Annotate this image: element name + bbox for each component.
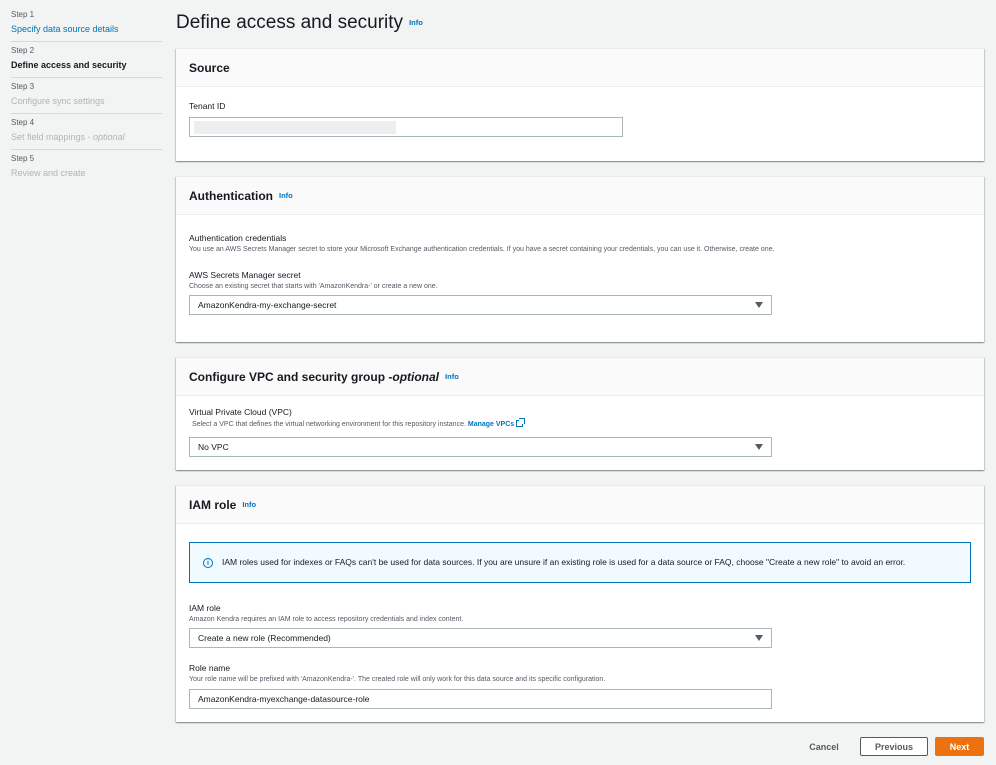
secret-description: Choose an existing secret that starts wi… bbox=[189, 283, 438, 290]
authentication-panel-title: Authentication bbox=[189, 188, 273, 203]
iam-role-selected-value: Create a new role (Recommended) bbox=[198, 633, 331, 643]
iam-role-description: Amazon Kendra requires an IAM role to ac… bbox=[189, 616, 464, 623]
source-panel: Source Tenant ID bbox=[176, 48, 984, 161]
role-name-value: AmazonKendra-myexchange-datasource-role bbox=[198, 694, 370, 704]
role-name-input[interactable]: AmazonKendra-myexchange-datasource-role bbox=[189, 689, 772, 709]
page-title: Define access and security Info bbox=[176, 12, 423, 34]
auth-credentials-label: Authentication credentials bbox=[189, 233, 287, 243]
authentication-panel: Authentication Info Authentication creden… bbox=[176, 176, 984, 342]
step-3-label: Configure sync settings bbox=[11, 96, 105, 106]
vpc-panel-title: Configure VPC and security group - bbox=[189, 369, 393, 384]
step-2-number: Step 2 bbox=[11, 46, 35, 55]
step-4-label: Set field mappings - optional bbox=[11, 131, 162, 143]
previous-button[interactable]: Previous bbox=[860, 737, 928, 756]
iam-role-alert-text: IAM roles used for indexes or FAQs can't… bbox=[222, 557, 906, 567]
step-1-link[interactable]: Specify data source details bbox=[11, 23, 162, 35]
vpc-panel-header: Configure VPC and security group - optio… bbox=[176, 358, 984, 396]
step-4-number: Step 4 bbox=[11, 118, 35, 127]
step-4-optional-tag: optional bbox=[93, 132, 125, 142]
step-3: Step 3 Configure sync settings bbox=[11, 78, 162, 114]
iam-role-panel-title: IAM role bbox=[189, 497, 237, 512]
step-2-label-current: Define access and security bbox=[11, 60, 127, 70]
wizard-steps-nav: Step 1 Specify data source details Step … bbox=[11, 6, 162, 185]
step-3-number: Step 3 bbox=[11, 82, 35, 91]
page-info-link[interactable]: Info bbox=[409, 18, 423, 27]
step-5-label: Review and create bbox=[11, 168, 86, 178]
step-1[interactable]: Step 1 Specify data source details bbox=[11, 6, 162, 42]
role-name-description: Your role name will be prefixed with 'Am… bbox=[189, 676, 606, 683]
vpc-panel: Configure VPC and security group - optio… bbox=[176, 357, 984, 470]
vpc-label: Virtual Private Cloud (VPC) bbox=[189, 407, 292, 417]
tenant-id-label: Tenant ID bbox=[189, 101, 226, 111]
iam-role-select[interactable]: Create a new role (Recommended) bbox=[189, 628, 772, 648]
source-panel-header: Source bbox=[176, 49, 984, 87]
iam-role-info-alert: i IAM roles used for indexes or FAQs can… bbox=[189, 542, 971, 583]
iam-role-info-link[interactable]: Info bbox=[242, 500, 256, 509]
authentication-info-link[interactable]: Info bbox=[279, 191, 293, 200]
manage-vpcs-link[interactable]: Manage VPCs bbox=[467, 418, 526, 428]
vpc-selected-value: No VPC bbox=[198, 442, 229, 452]
auth-credentials-description: You use an AWS Secrets Manager secret to… bbox=[189, 246, 775, 253]
iam-role-label: IAM role bbox=[189, 603, 221, 613]
step-5-number: Step 5 bbox=[11, 154, 35, 163]
iam-role-panel: IAM role Info i IAM roles used for indexe… bbox=[176, 485, 984, 722]
tenant-id-redacted-value bbox=[194, 121, 396, 134]
step-2: Step 2 Define access and security bbox=[11, 42, 162, 78]
authentication-panel-header: Authentication Info bbox=[176, 177, 984, 215]
external-link-icon bbox=[516, 418, 526, 427]
vpc-description: Select a VPC that defines the virtual ne… bbox=[192, 418, 526, 430]
vpc-select[interactable]: No VPC bbox=[189, 437, 772, 457]
info-circle-icon: i bbox=[203, 558, 213, 568]
step-5: Step 5 Review and create bbox=[11, 150, 162, 185]
iam-role-panel-header: IAM role Info bbox=[176, 486, 984, 524]
role-name-label: Role name bbox=[189, 663, 231, 673]
cancel-button[interactable]: Cancel bbox=[800, 737, 848, 756]
vpc-description-text: Select a VPC that defines the virtual ne… bbox=[192, 421, 466, 428]
next-button[interactable]: Next bbox=[935, 737, 984, 756]
step-4-label-text: Set field mappings - bbox=[11, 132, 94, 142]
secret-label: AWS Secrets Manager secret bbox=[189, 270, 301, 280]
caret-down-icon bbox=[755, 635, 763, 641]
page-title-text: Define access and security bbox=[176, 12, 404, 33]
secret-selected-value: AmazonKendra-my-exchange-secret bbox=[198, 300, 337, 310]
caret-down-icon bbox=[755, 444, 763, 450]
step-1-number: Step 1 bbox=[11, 10, 35, 19]
vpc-optional-tag: optional bbox=[392, 369, 440, 384]
caret-down-icon bbox=[755, 302, 763, 308]
manage-vpcs-link-text: Manage VPCs bbox=[467, 421, 515, 428]
source-panel-title: Source bbox=[189, 60, 230, 75]
tenant-id-input[interactable] bbox=[189, 117, 623, 137]
vpc-info-link[interactable]: Info bbox=[445, 372, 459, 381]
step-4: Step 4 Set field mappings - optional bbox=[11, 114, 162, 150]
secret-select[interactable]: AmazonKendra-my-exchange-secret bbox=[189, 295, 772, 315]
